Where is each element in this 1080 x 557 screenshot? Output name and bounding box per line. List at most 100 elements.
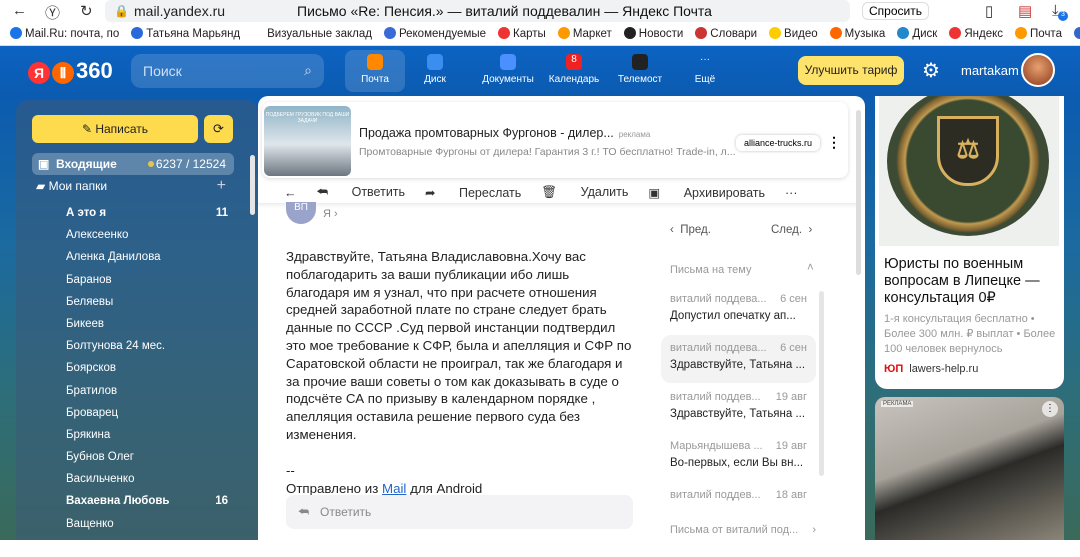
thread-item[interactable]: виталий поддева... 6 сен Здравствуйте, Тат… bbox=[661, 335, 816, 383]
my-folders[interactable]: ▰ Мои папки + bbox=[36, 177, 226, 195]
folder-item[interactable]: Бубнов Олег bbox=[66, 446, 228, 468]
letters-from-link[interactable]: Письма от виталий под... › bbox=[670, 524, 816, 536]
avatar[interactable] bbox=[1021, 53, 1055, 87]
bookmark-icon bbox=[557, 27, 570, 39]
delete-button[interactable]: 🗑 Удалить bbox=[541, 185, 628, 200]
ad-card-title[interactable]: Юристы по военным вопросам в Липецке — к… bbox=[884, 256, 1059, 307]
folder-item[interactable]: Галицина bbox=[66, 535, 228, 557]
bookmark-icon bbox=[769, 27, 782, 39]
bookmark-item[interactable]: Словари bbox=[695, 27, 757, 40]
bookmark-icon bbox=[1073, 27, 1080, 39]
folder-item[interactable]: Братилов bbox=[66, 380, 228, 402]
bookmark-item[interactable]: Mail.Ru: почта, по bbox=[10, 27, 119, 40]
bookmark-item[interactable]: Визуальные заклад bbox=[252, 27, 372, 40]
ad-card-lawyers[interactable]: ⚖ Юристы по военным вопросам в Липецке —… bbox=[875, 96, 1064, 389]
username[interactable]: martakam bbox=[961, 63, 1019, 78]
yandex360-logo[interactable]: Я ⦀ 360 bbox=[28, 58, 113, 84]
bookmark-item[interactable]: Карты bbox=[498, 27, 546, 40]
more-icon[interactable]: ⋮ bbox=[1042, 401, 1058, 417]
service-5[interactable]: ··· Ещё bbox=[675, 50, 735, 92]
bookmark-icon bbox=[949, 27, 962, 39]
ad-banner[interactable]: ПОДБЕРЕМ ГРУЗОВИК ПОД ВАШИ ЗАДАЧИ Продаж… bbox=[262, 102, 848, 178]
bookmark-icon bbox=[252, 27, 265, 39]
more-button[interactable]: ··· bbox=[785, 186, 798, 200]
thread-item[interactable]: виталий поддев... 19 авг Здравствуйте, Тат… bbox=[661, 384, 816, 432]
add-folder-icon[interactable]: + bbox=[217, 177, 226, 195]
mail-link[interactable]: Mail bbox=[382, 481, 406, 496]
folder-inbox[interactable]: ▣ Входящие 6237 / 12524 bbox=[32, 153, 234, 175]
compose-button[interactable]: ✎ Написать bbox=[32, 115, 198, 143]
quick-reply-input[interactable]: ⮪ Ответить bbox=[286, 495, 633, 529]
ad-description: Промтоварные Фургоны от дилера! Гарантия… bbox=[359, 146, 736, 158]
bookmark-item[interactable]: Яндекс bbox=[949, 27, 1003, 40]
bookmark-item[interactable]: Татьяна Марьянд bbox=[131, 27, 240, 40]
next-button[interactable]: След. › bbox=[771, 224, 812, 236]
bookmark-icon bbox=[131, 27, 144, 39]
browser-toolbar: ← Ⓨ ↻ 🔒 mail.yandex.ru Письмо «Re: Пенси… bbox=[0, 0, 1080, 22]
bookmark-item[interactable]: Рекомендуемые bbox=[383, 27, 486, 40]
more-icon[interactable]: ⋮ bbox=[827, 134, 841, 151]
settings-icon[interactable]: ⚙ bbox=[922, 58, 940, 83]
bookmark-item[interactable]: Маркет bbox=[557, 27, 612, 40]
service-0[interactable]: Почта bbox=[345, 50, 405, 92]
bookmark-item[interactable]: Диск bbox=[897, 27, 937, 40]
reply-button[interactable]: ⮪ Ответить bbox=[317, 185, 406, 200]
page-scrollbar[interactable] bbox=[856, 110, 861, 275]
archive-button[interactable]: ▣ Архивировать bbox=[648, 185, 765, 200]
thread-title: Письма на тему bbox=[670, 264, 752, 276]
sender-avatar[interactable]: ВП bbox=[286, 202, 316, 224]
ad-image: ПОДБЕРЕМ ГРУЗОВИК ПОД ВАШИ ЗАДАЧИ bbox=[264, 106, 351, 176]
folder-item[interactable]: Броварец bbox=[66, 402, 228, 424]
folder-item[interactable]: Ващенко bbox=[66, 513, 228, 535]
sidebar-scrollbar[interactable] bbox=[250, 155, 255, 215]
thread-item[interactable]: виталий поддева... 6 сен Допустил опечатку… bbox=[661, 286, 816, 334]
folder-item[interactable]: Болтунова 24 мес. bbox=[66, 335, 228, 357]
collapse-icon[interactable]: ˄ bbox=[807, 262, 814, 274]
thread-item[interactable]: Марьяндышева ... 19 авг Во-первых, если Вы… bbox=[661, 433, 816, 481]
yandex-icon[interactable]: Ⓨ bbox=[45, 2, 60, 23]
refresh-button[interactable]: ⟳ bbox=[204, 115, 233, 143]
search-input[interactable]: Поиск ⌕ bbox=[131, 54, 324, 88]
back-icon[interactable]: ← bbox=[12, 2, 27, 19]
folder-item[interactable]: Алексеенко bbox=[66, 224, 228, 246]
thread-scrollbar[interactable] bbox=[819, 291, 824, 476]
folder-item[interactable]: Аленка Данилова bbox=[66, 246, 228, 268]
search-icon[interactable]: ⌕ bbox=[304, 62, 312, 79]
folder-item[interactable]: А это я 11 bbox=[66, 202, 228, 224]
recipient[interactable]: Я › bbox=[323, 208, 338, 220]
extensions-icon[interactable]: ▯ bbox=[985, 2, 993, 20]
bookmark-item[interactable]: Видео bbox=[769, 27, 818, 40]
ad-domain-button[interactable]: alliance-trucks.ru bbox=[736, 135, 820, 151]
mail-icon bbox=[367, 54, 383, 70]
ad-title[interactable]: Продажа промтоварных Фургонов - дилер... bbox=[359, 126, 614, 140]
service-1[interactable]: Диск bbox=[405, 50, 465, 92]
folder-item[interactable]: Васильченко bbox=[66, 468, 228, 490]
bookmark-item[interactable]: Почта bbox=[1015, 27, 1062, 40]
ad-card-domain[interactable]: lawers-help.ru bbox=[909, 363, 978, 375]
bookmark-icon bbox=[897, 27, 910, 39]
ad-card-construction[interactable]: РЕКЛАМА ⋮ bbox=[875, 397, 1064, 540]
ask-button[interactable]: Спросить bbox=[862, 2, 929, 20]
bookmark-item[interactable]: Рекомен bbox=[1073, 27, 1080, 40]
reload-icon[interactable]: ↻ bbox=[80, 2, 93, 20]
service-3[interactable]: 8 Календарь bbox=[544, 50, 604, 92]
folder-item[interactable]: Вахаевна Любовь 16 bbox=[66, 490, 228, 512]
service-2[interactable]: Документы bbox=[478, 50, 538, 92]
back-icon[interactable]: ← bbox=[284, 186, 297, 200]
folder-item[interactable]: Бикеев bbox=[66, 313, 228, 335]
bookmark-item[interactable]: Музыка bbox=[829, 27, 885, 40]
thread-item[interactable]: виталий поддев... 18 авг bbox=[661, 482, 816, 504]
folder-icon: ▰ bbox=[36, 179, 49, 193]
folder-item[interactable]: Баранов bbox=[66, 269, 228, 291]
forward-button[interactable]: ➦ Переслать bbox=[425, 185, 521, 200]
message-pane: ПОДБЕРЕМ ГРУЗОВИК ПОД ВАШИ ЗАДАЧИ Продаж… bbox=[258, 96, 865, 540]
bookmark-item[interactable]: Новости bbox=[623, 27, 683, 40]
folder-item[interactable]: Брякина bbox=[66, 424, 228, 446]
prev-button[interactable]: ‹ Пред. bbox=[670, 224, 711, 236]
url-text[interactable]: mail.yandex.ru bbox=[134, 3, 225, 19]
folder-item[interactable]: Боярсков bbox=[66, 357, 228, 379]
folder-item[interactable]: Беляевы bbox=[66, 291, 228, 313]
service-4[interactable]: Телемост bbox=[610, 50, 670, 92]
upgrade-button[interactable]: Улучшить тариф bbox=[798, 56, 904, 85]
pdf-icon[interactable]: ▤ bbox=[1018, 2, 1032, 20]
